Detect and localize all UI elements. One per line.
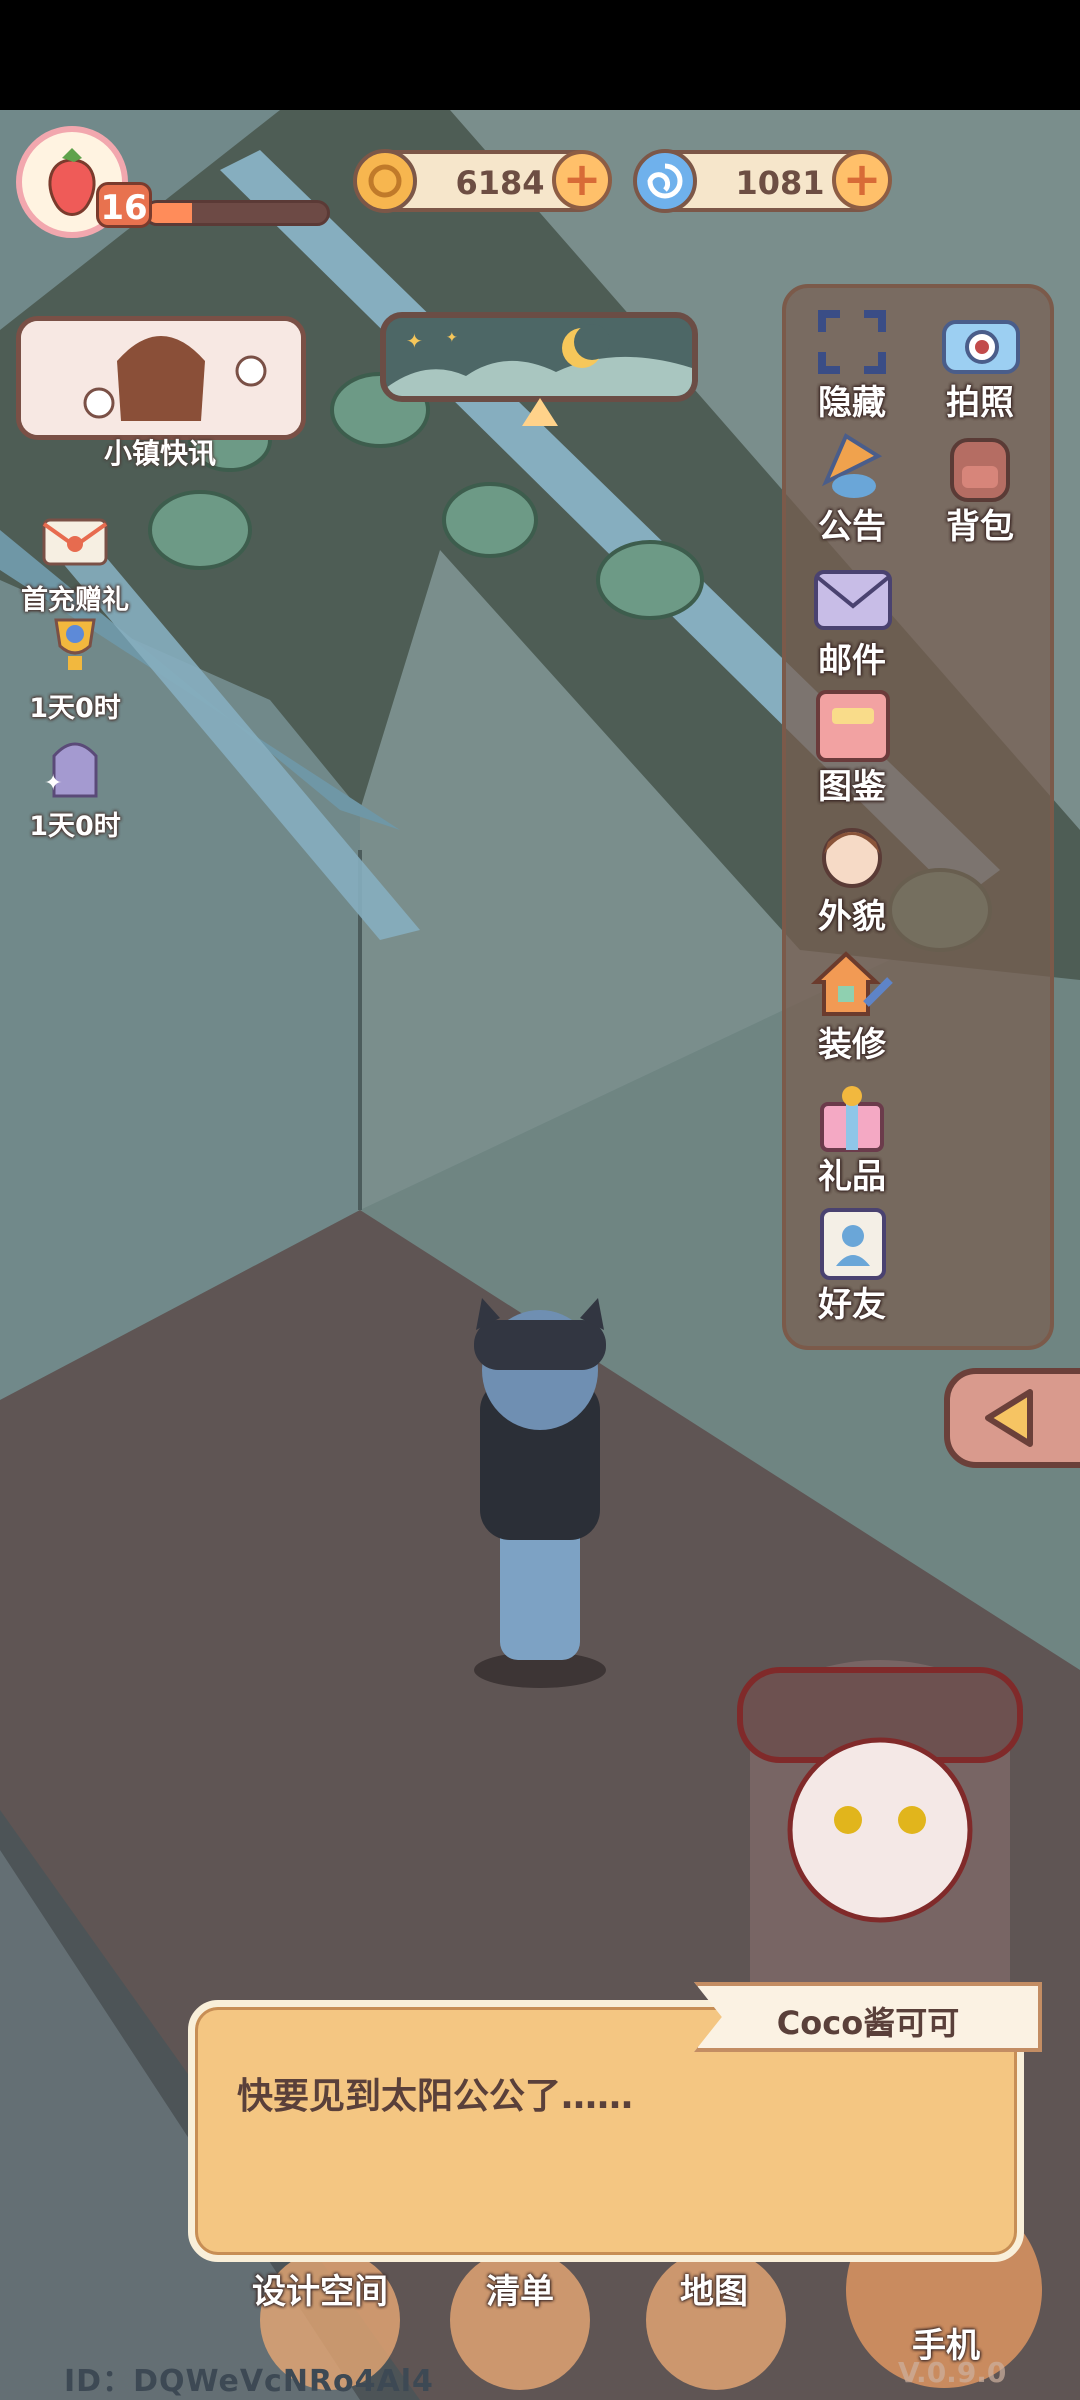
backpack-icon	[950, 438, 1010, 502]
gem-amount: 1081	[735, 164, 825, 202]
menu-backpack-button[interactable]: 背包	[920, 426, 1040, 546]
add-gems-button[interactable]: +	[832, 150, 892, 210]
town-news-label: 小镇快讯	[103, 437, 216, 470]
map-button[interactable]: 地图	[680, 2264, 748, 2313]
list-button[interactable]: 清单	[486, 2264, 554, 2313]
gift-box-icon	[820, 1086, 884, 1152]
level-badge: 16	[96, 182, 152, 228]
menu-friends-button[interactable]: 好友	[792, 1204, 912, 1324]
menu-decorate-button[interactable]: 装修	[792, 944, 912, 1064]
npc-portrait	[737, 1660, 1023, 2020]
house-wrench-icon	[810, 951, 893, 1016]
menu-catalog-label: 图鉴	[818, 767, 886, 807]
trophy-icon	[54, 618, 96, 670]
plus-icon: +	[562, 152, 602, 206]
dialog-text: 快要见到太阳公公了……	[237, 2076, 634, 2117]
menu-camera-label: 拍照	[946, 383, 1014, 423]
player-id: ID：DQWeVcNRo4Al4	[64, 2364, 434, 2399]
plus-icon: +	[842, 152, 882, 206]
arch-card-event-timer: 1天0时	[29, 811, 121, 842]
news-banner-art	[21, 321, 301, 435]
add-coins-button[interactable]: +	[552, 150, 612, 210]
friends-book-icon	[820, 1208, 886, 1280]
coin-amount: 6184	[455, 164, 545, 202]
arch-card-event[interactable]: ✦ 1天0时	[10, 730, 140, 843]
trophy-event[interactable]: 1天0时	[10, 612, 140, 725]
day-night-indicator[interactable]: ✦ ✦	[380, 312, 698, 402]
blue-swirl-gem-icon	[633, 149, 697, 213]
menu-appearance-button[interactable]: 外貌	[792, 816, 912, 936]
character-face-icon	[822, 828, 882, 888]
menu-hide-label: 隐藏	[818, 383, 886, 423]
hide-frame-icon	[818, 310, 886, 374]
menu-mail-button[interactable]: 邮件	[792, 560, 912, 680]
menu-mail-label: 邮件	[818, 641, 886, 681]
trophy-event-timer: 1天0时	[29, 693, 121, 724]
gold-coin-icon	[353, 149, 417, 213]
announcement-icon	[821, 433, 883, 498]
arch-card-icon: ✦	[44, 742, 98, 798]
mail-icon	[814, 570, 892, 630]
speaker-name-tag: Coco酱可可	[694, 1982, 1042, 2052]
gift-envelope-icon	[42, 518, 108, 566]
catalog-book-icon	[816, 690, 890, 762]
menu-decorate-label: 装修	[818, 1025, 886, 1065]
menu-gift-button[interactable]: 礼品	[792, 1076, 912, 1196]
menu-camera-button[interactable]: 拍照	[920, 302, 1040, 422]
design-space-button[interactable]: 设计空间	[252, 2264, 388, 2313]
menu-announcement-label: 公告	[818, 507, 886, 547]
time-pointer	[522, 398, 558, 426]
night-sky-icon: ✦ ✦	[386, 318, 692, 396]
version-label: V.0.9.0	[898, 2356, 1007, 2389]
svg-text:✦: ✦	[44, 771, 62, 796]
collapse-menu-button[interactable]	[944, 1368, 1080, 1468]
menu-catalog-button[interactable]: 图鉴	[792, 686, 912, 806]
gem-counter: 1081 +	[633, 149, 892, 213]
svg-text:✦: ✦	[406, 329, 423, 353]
camera-icon	[942, 320, 1020, 374]
menu-gift-label: 礼品	[818, 1157, 886, 1197]
speaker-name: Coco酱可可	[776, 2004, 960, 2042]
coin-counter: 6184 +	[353, 149, 612, 213]
menu-appearance-label: 外貌	[818, 897, 886, 937]
town-news-card[interactable]	[16, 316, 306, 440]
menu-announcement-button[interactable]: 公告	[792, 426, 912, 546]
triangle-left-icon	[985, 1389, 1033, 1447]
first-recharge-gift[interactable]: 首充赠礼	[10, 504, 140, 617]
menu-hide-button[interactable]: 隐藏	[792, 302, 912, 422]
svg-text:✦: ✦	[446, 330, 458, 346]
menu-friends-label: 好友	[818, 1285, 886, 1325]
level-progress-bar	[144, 200, 330, 226]
menu-backpack-label: 背包	[946, 507, 1014, 547]
